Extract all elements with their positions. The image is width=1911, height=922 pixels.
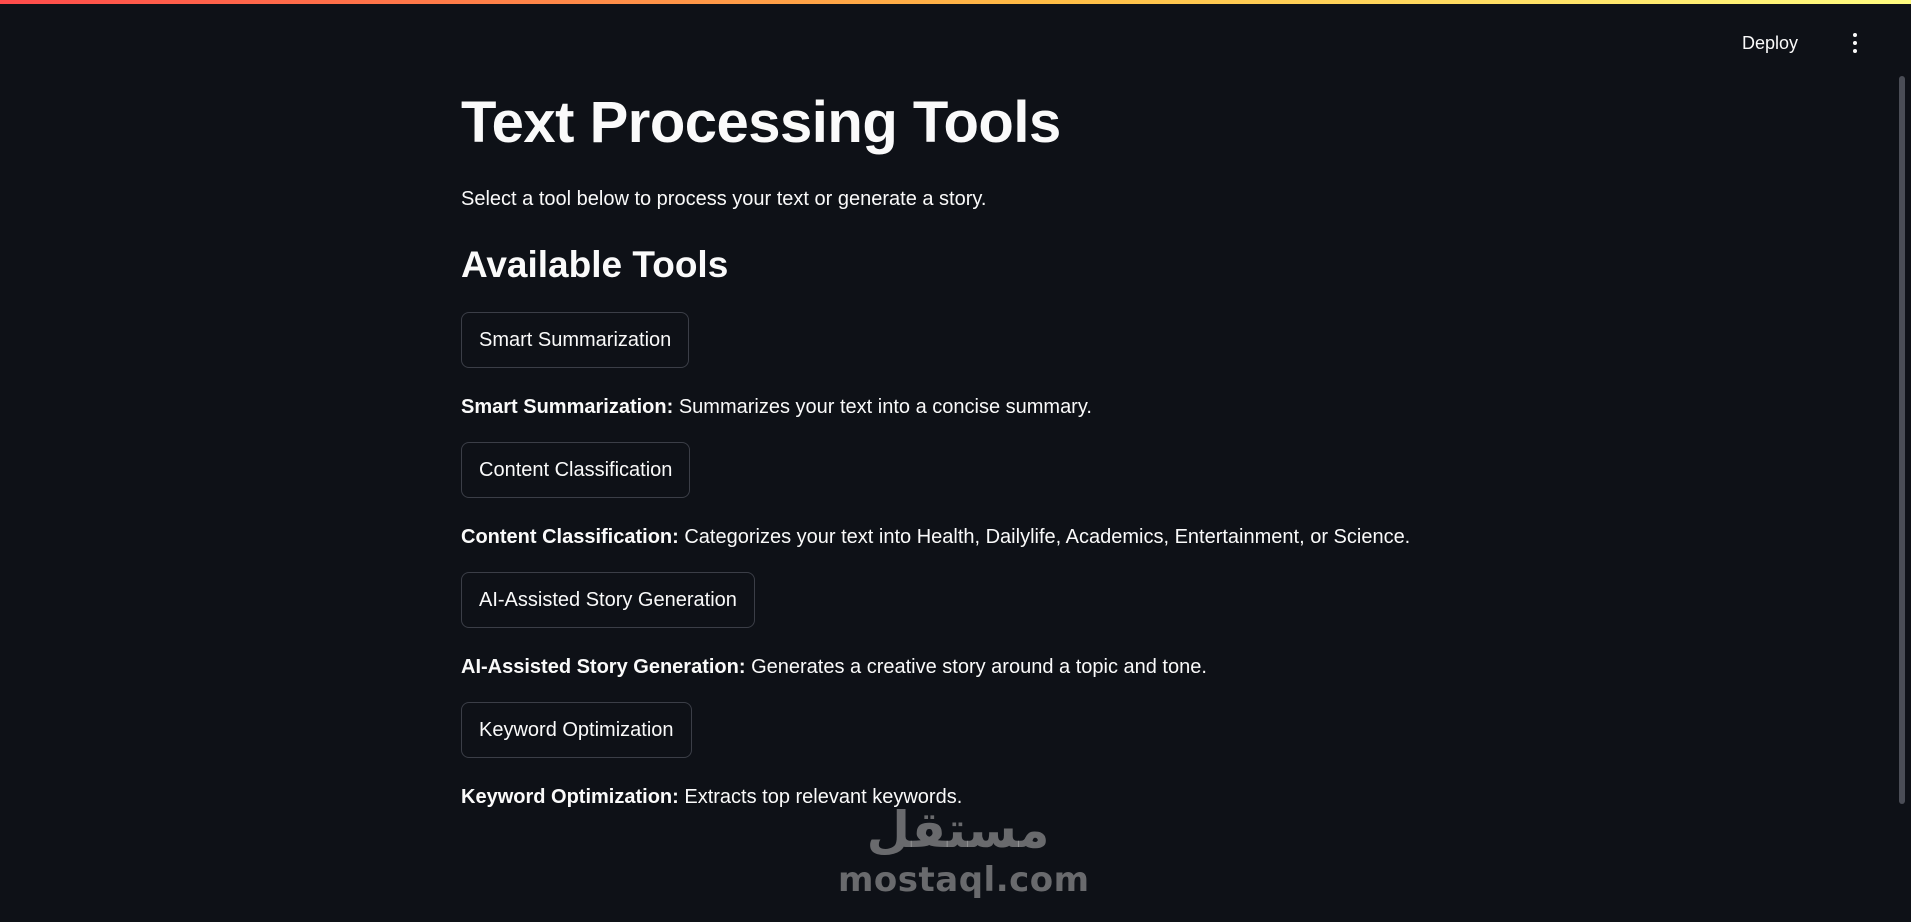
menu-dot: [1853, 41, 1857, 45]
story-generation-button[interactable]: AI-Assisted Story Generation: [461, 572, 755, 628]
tool-description-text: Categorizes your text into Health, Daily…: [678, 526, 1411, 548]
tool-block-story-generation: AI-Assisted Story Generation AI-Assisted…: [461, 552, 1461, 682]
page-intro: Select a tool below to process your text…: [461, 188, 987, 210]
app-header: Deploy: [0, 0, 1911, 80]
vertical-ellipsis-icon[interactable]: [1841, 26, 1869, 60]
tool-description-name: Keyword Optimization:: [461, 786, 679, 808]
page-title: Text Processing Tools: [461, 90, 1061, 155]
main-content: Text Processing Tools Select a tool belo…: [461, 80, 1461, 812]
deploy-button[interactable]: Deploy: [1732, 26, 1808, 60]
tools-list: Smart Summarization Smart Summarization:…: [461, 312, 1461, 812]
keyword-optimization-button[interactable]: Keyword Optimization: [461, 702, 692, 758]
tool-description: Content Classification: Categorizes your…: [461, 522, 1461, 552]
tool-block-keyword-optimization: Keyword Optimization Keyword Optimizatio…: [461, 682, 1461, 812]
section-heading: Available Tools: [461, 244, 729, 285]
content-classification-button[interactable]: Content Classification: [461, 442, 691, 498]
tool-description-text: Generates a creative story around a topi…: [745, 656, 1207, 678]
tool-description-name: Content Classification:: [461, 526, 679, 548]
tool-block-summarization: Smart Summarization Smart Summarization:…: [461, 312, 1461, 422]
menu-dot: [1853, 49, 1857, 53]
vertical-scrollbar[interactable]: [1899, 76, 1905, 804]
tool-description: AI-Assisted Story Generation: Generates …: [461, 652, 1461, 682]
tool-description-name: AI-Assisted Story Generation:: [461, 656, 746, 678]
smart-summarization-button[interactable]: Smart Summarization: [461, 312, 690, 368]
tool-description-text: Summarizes your text into a concise summ…: [673, 396, 1092, 418]
menu-dot: [1853, 33, 1857, 37]
tool-block-classification: Content Classification Content Classific…: [461, 422, 1461, 552]
mostaql-watermark: مستقل mostaql.com: [838, 800, 1090, 900]
tool-description: Smart Summarization: Summarizes your tex…: [461, 392, 1461, 422]
tool-description-name: Smart Summarization:: [461, 396, 674, 418]
watermark-arabic-logo: مستقل: [866, 801, 1050, 859]
watermark-latin-logo: mostaql.com: [838, 860, 1090, 900]
